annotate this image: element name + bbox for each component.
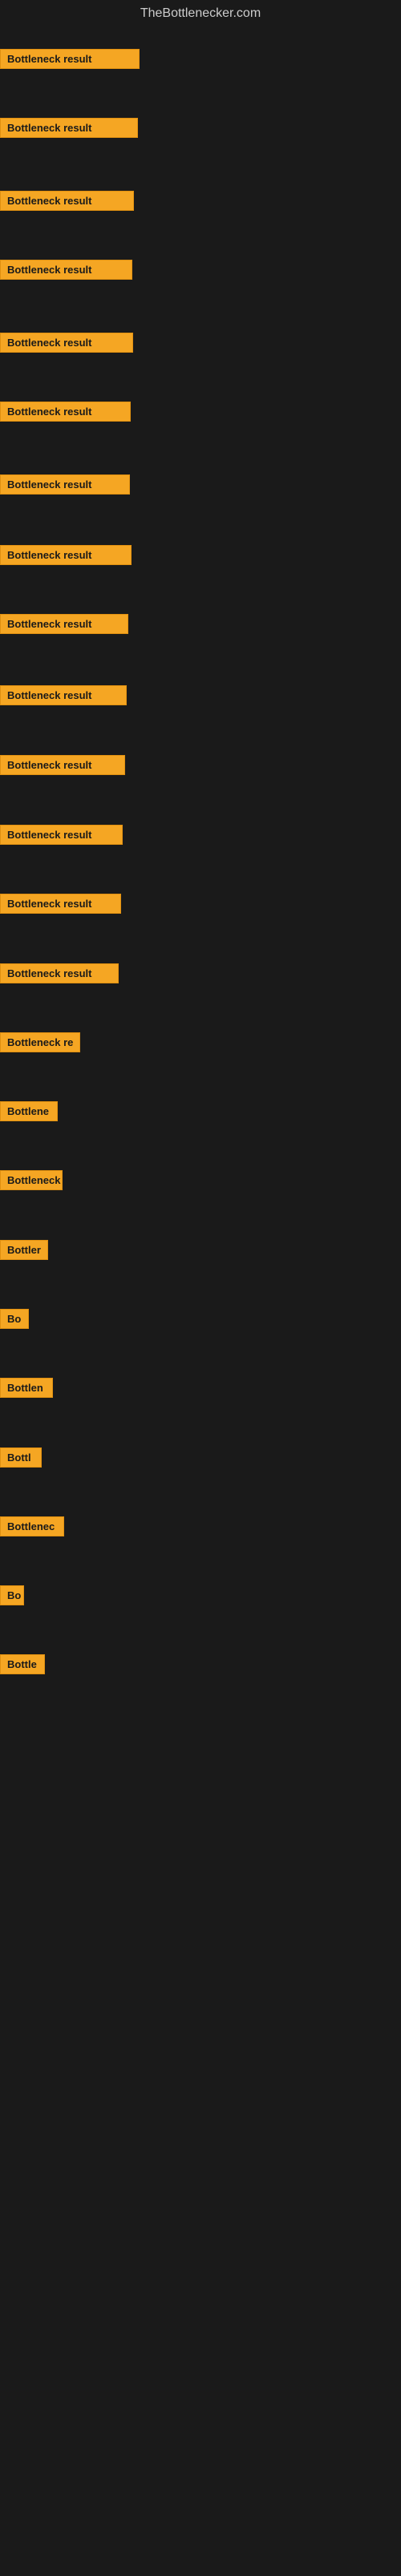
bottleneck-result-20: Bottlen [0,1378,53,1398]
bottleneck-result-21: Bottl [0,1447,42,1468]
bottleneck-result-2: Bottleneck result [0,118,138,138]
bottleneck-result-19: Bo [0,1309,29,1329]
bottleneck-result-18: Bottler [0,1240,48,1260]
bottleneck-result-14: Bottleneck result [0,963,119,983]
bottleneck-result-23: Bo [0,1585,24,1605]
bottleneck-result-6: Bottleneck result [0,402,131,422]
bottleneck-result-5: Bottleneck result [0,333,133,353]
bottleneck-result-17: Bottleneck [0,1170,63,1190]
bottleneck-result-12: Bottleneck result [0,825,123,845]
bottleneck-result-9: Bottleneck result [0,614,128,634]
bottleneck-result-16: Bottlene [0,1101,58,1121]
bottleneck-result-3: Bottleneck result [0,191,134,211]
bottleneck-result-8: Bottleneck result [0,545,132,565]
bottleneck-result-22: Bottlenec [0,1516,64,1536]
bottleneck-result-1: Bottleneck result [0,49,140,69]
bottleneck-result-7: Bottleneck result [0,474,130,495]
bottleneck-result-13: Bottleneck result [0,894,121,914]
bottleneck-result-15: Bottleneck re [0,1032,80,1052]
bottleneck-result-11: Bottleneck result [0,755,125,775]
bottleneck-result-24: Bottle [0,1654,45,1674]
bottleneck-result-10: Bottleneck result [0,685,127,705]
bottleneck-result-4: Bottleneck result [0,260,132,280]
site-title: TheBottlenecker.com [0,0,401,27]
